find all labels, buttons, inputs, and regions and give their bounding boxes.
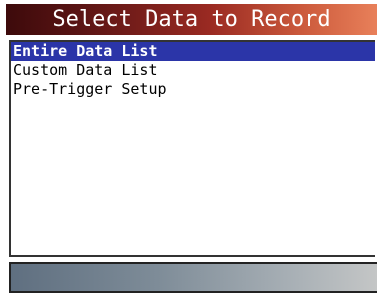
menu-item-custom-data-list[interactable]: Custom Data List xyxy=(11,61,375,80)
menu-list: Entire Data List Custom Data List Pre-Tr… xyxy=(9,40,375,257)
page-title: Select Data to Record xyxy=(6,4,377,35)
menu-item-entire-data-list[interactable]: Entire Data List xyxy=(11,42,375,61)
menu-item-pre-trigger-setup[interactable]: Pre-Trigger Setup xyxy=(11,80,375,99)
status-bar xyxy=(9,262,377,293)
status-text xyxy=(11,269,15,285)
scan-tool-screen: Select Data to Record Entire Data List C… xyxy=(0,0,377,293)
